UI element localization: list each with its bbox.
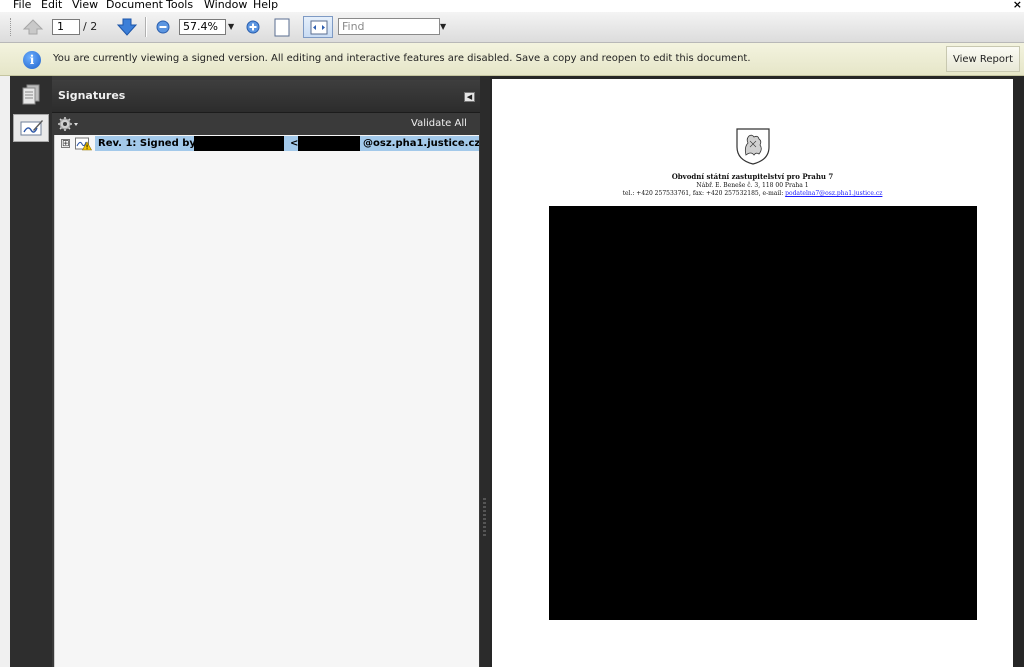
pages-icon (22, 84, 40, 105)
close-icon[interactable]: × (1013, 0, 1022, 11)
options-menu-button[interactable] (57, 116, 79, 132)
signature-label-prefix: Rev. 1: Signed by (98, 138, 196, 149)
collapse-panel-button[interactable]: ◀ (464, 92, 475, 102)
info-icon: i (23, 51, 41, 69)
pages-button[interactable] (13, 81, 49, 109)
validate-all-button[interactable]: Validate All (411, 118, 467, 129)
main-area: Signatures ◀ Validate All ⊞ Rev. 1: Sign… (0, 76, 1024, 667)
redacted-content-block (549, 206, 977, 620)
view-report-button[interactable]: View Report (946, 46, 1020, 72)
fit-width-icon (310, 20, 328, 35)
letterhead-title: Obvodní státní zastupitelství pro Prahu … (671, 172, 834, 181)
menu-document[interactable]: Document (106, 0, 163, 12)
signature-label-domain: @osz.pha1.justice.cz (363, 138, 479, 149)
document-page: Obvodní státní zastupitelství pro Prahu … (492, 79, 1013, 667)
letterhead-contact: tel.: +420 257533761, fax: +420 25753218… (492, 190, 1013, 197)
toolbar: 1 / 2 57.4% ▼ Find ▼ (0, 12, 1024, 43)
find-dropdown-icon[interactable]: ▼ (440, 22, 446, 31)
chevron-left-icon: ◀ (466, 93, 473, 101)
redaction-box (298, 136, 360, 151)
zoom-out-icon[interactable] (155, 20, 171, 34)
menu-tools[interactable]: Tools (166, 0, 193, 12)
signature-label[interactable]: Rev. 1: Signed by < @osz.pha1.justice.cz (95, 136, 479, 151)
letterhead-contact-text: tel.: +420 257533761, fax: +420 25753218… (622, 190, 786, 197)
coat-of-arms-icon (736, 128, 770, 165)
page-number-input[interactable]: 1 (52, 19, 80, 35)
arrow-up-icon[interactable] (22, 18, 44, 36)
signatures-panel-tools: Validate All (52, 113, 480, 135)
arrow-down-icon[interactable] (116, 17, 138, 37)
panel-title: Signatures (58, 89, 126, 102)
navigation-rail (10, 76, 52, 667)
signatures-panel: Signatures ◀ Validate All ⊞ Rev. 1: Sign… (52, 76, 480, 667)
redaction-box (194, 136, 284, 151)
expand-icon[interactable]: ⊞ (61, 139, 70, 149)
letterhead-address: Nábř. E. Beneše č. 3, 118 00 Praha 1 (696, 182, 809, 189)
zoom-input[interactable]: 57.4% (179, 19, 226, 35)
signature-pen-icon (20, 120, 43, 136)
signature-row[interactable]: ⊞ Rev. 1: Signed by < @osz.pha1.justice.… (55, 136, 479, 152)
fit-page-icon[interactable] (274, 18, 290, 37)
gear-icon (58, 117, 78, 131)
menu-edit[interactable]: Edit (41, 0, 62, 12)
menu-help[interactable]: Help (253, 0, 278, 12)
menu-file[interactable]: File (13, 0, 31, 12)
menu-bar: File Edit View Document Tools Window Hel… (0, 0, 1024, 12)
zoom-in-icon[interactable] (245, 20, 261, 34)
toolbar-separator (145, 17, 147, 37)
zoom-dropdown-icon[interactable]: ▼ (228, 22, 234, 31)
find-input[interactable]: Find (338, 18, 440, 35)
signatures-panel-header: Signatures ◀ (52, 80, 480, 113)
signature-warning-icon (75, 137, 92, 151)
infobar-message: You are currently viewing a signed versi… (53, 53, 751, 64)
splitter-grip[interactable] (483, 498, 486, 538)
window-edge (0, 76, 10, 667)
page-total: / 2 (83, 20, 98, 33)
toolbar-grip[interactable] (10, 18, 13, 36)
menu-window[interactable]: Window (204, 0, 247, 12)
signatures-button[interactable] (13, 114, 49, 142)
fit-width-button[interactable] (303, 16, 333, 38)
menu-view[interactable]: View (72, 0, 98, 12)
letterhead-email-link[interactable]: podatelna7@osz.pha1.justice.cz (785, 190, 882, 197)
document-viewport[interactable]: Obvodní státní zastupitelství pro Prahu … (490, 76, 1024, 667)
signature-list: ⊞ Rev. 1: Signed by < @osz.pha1.justice.… (54, 135, 479, 667)
signed-version-infobar: i You are currently viewing a signed ver… (0, 43, 1024, 76)
panel-splitter[interactable] (480, 76, 490, 667)
